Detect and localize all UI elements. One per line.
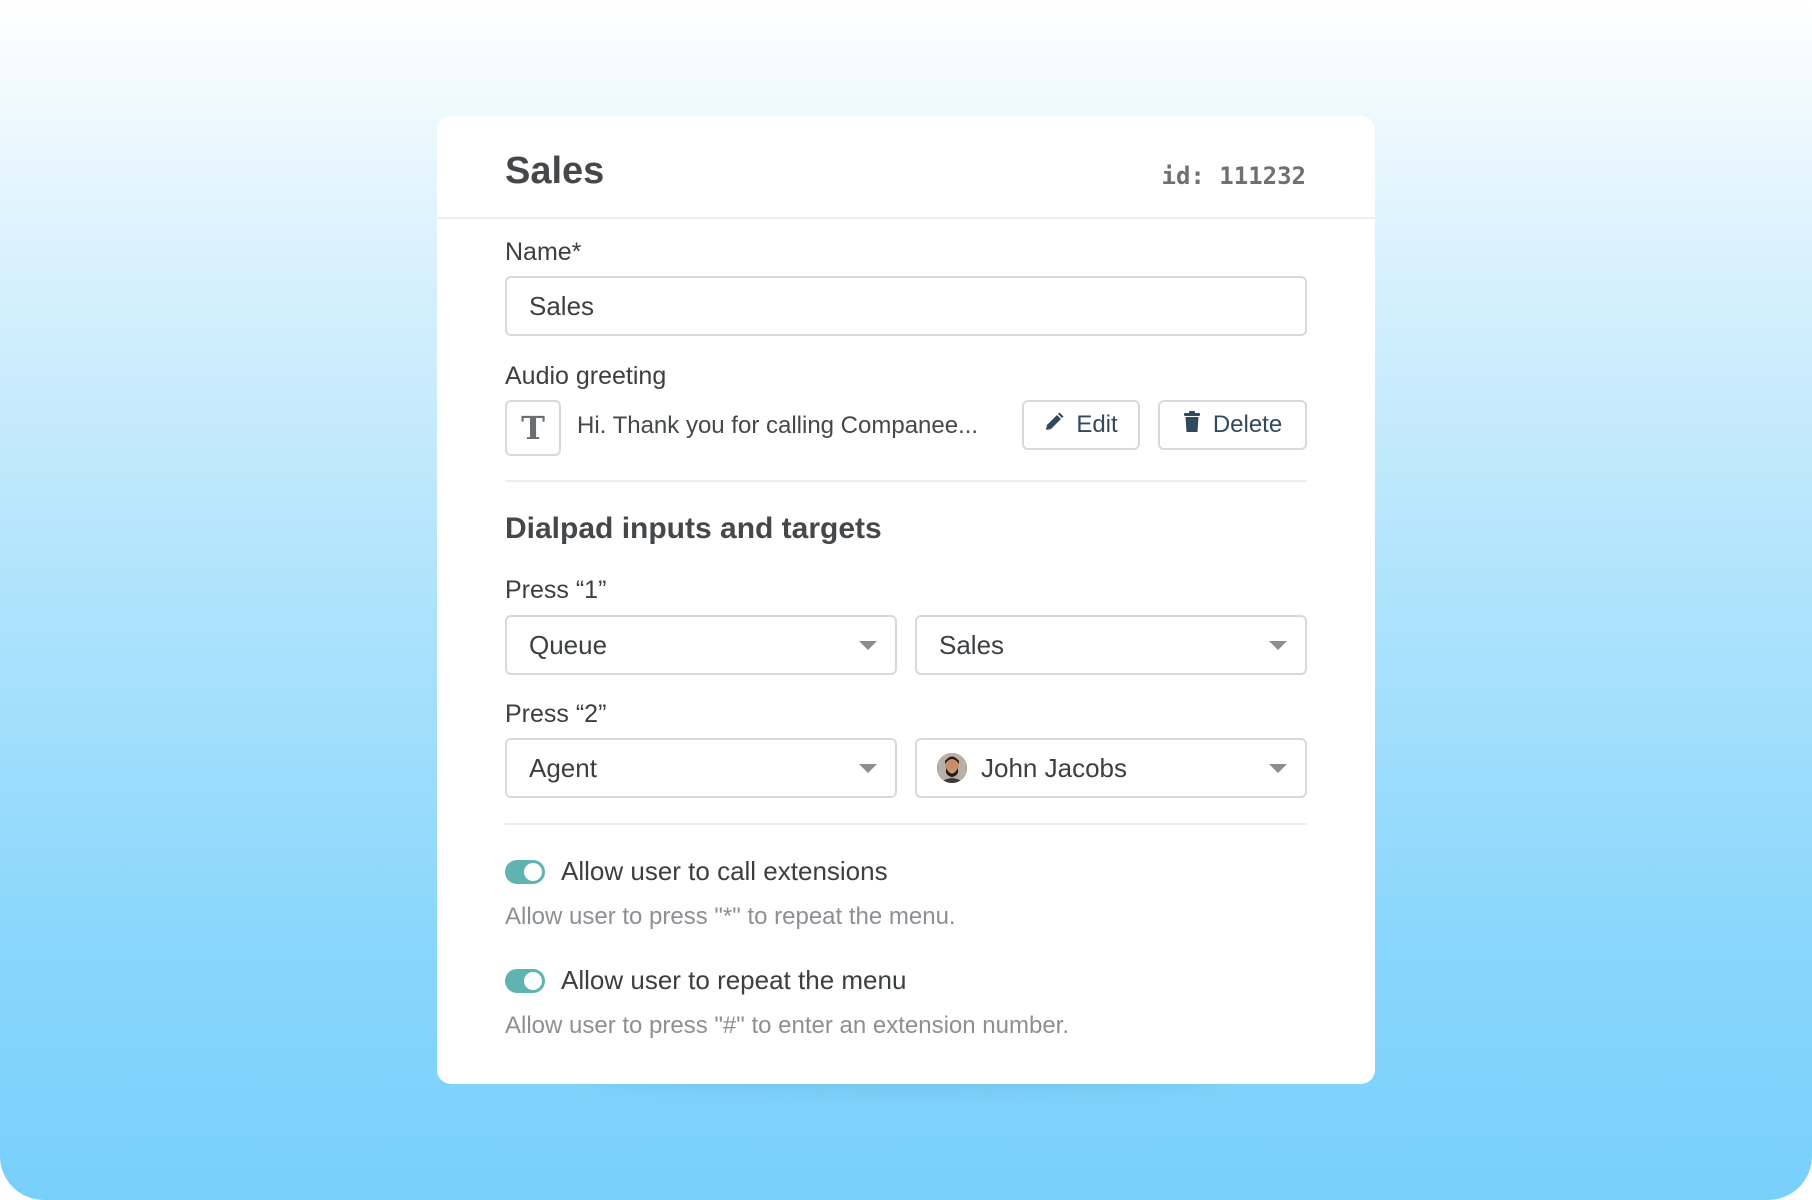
divider bbox=[505, 480, 1307, 482]
dialpad-section-title: Dialpad inputs and targets bbox=[505, 512, 882, 545]
press-1-target-value: Sales bbox=[939, 629, 1005, 660]
caret-down-icon bbox=[1269, 641, 1287, 650]
trash-icon bbox=[1183, 410, 1201, 440]
card-header: Sales id: 111232 bbox=[437, 116, 1375, 219]
press-2-target-select[interactable]: John Jacobs bbox=[915, 738, 1307, 798]
text-type-icon: T bbox=[505, 400, 561, 456]
delete-button-label: Delete bbox=[1212, 411, 1283, 438]
caret-down-icon bbox=[859, 641, 877, 650]
press-1-target-select[interactable]: Sales bbox=[915, 615, 1307, 675]
card-id: id: 111232 bbox=[1161, 162, 1307, 190]
caret-down-icon bbox=[1269, 764, 1287, 773]
press-2-label: Press “2” bbox=[505, 700, 607, 728]
press-1-type-value: Queue bbox=[529, 629, 608, 660]
divider bbox=[505, 823, 1307, 825]
call-extensions-label: Allow user to call extensions bbox=[561, 856, 888, 886]
press-2-target-value: John Jacobs bbox=[981, 752, 1127, 783]
repeat-menu-label: Allow user to repeat the menu bbox=[561, 965, 907, 995]
press-2-type-value: Agent bbox=[529, 752, 597, 783]
pencil-icon bbox=[1044, 411, 1064, 439]
caret-down-icon bbox=[859, 764, 877, 773]
toggle-knob bbox=[524, 972, 542, 990]
repeat-menu-toggle[interactable] bbox=[505, 969, 545, 993]
audio-greeting-label: Audio greeting bbox=[505, 362, 667, 390]
press-1-label: Press “1” bbox=[505, 576, 607, 604]
call-extensions-helper: Allow user to press "*" to repeat the me… bbox=[505, 903, 956, 930]
repeat-menu-helper: Allow user to press "#" to enter an exte… bbox=[505, 1012, 1070, 1039]
ivr-menu-card: Sales id: 111232 Name* Sales Audio greet… bbox=[437, 116, 1375, 1084]
edit-button-label: Edit bbox=[1076, 411, 1118, 438]
audio-greeting-text: Hi. Thank you for calling Companee... bbox=[577, 412, 979, 439]
toggle-knob bbox=[524, 863, 542, 881]
delete-greeting-button[interactable]: Delete bbox=[1158, 400, 1307, 450]
name-label: Name* bbox=[505, 238, 582, 266]
call-extensions-toggle[interactable] bbox=[505, 860, 545, 884]
avatar bbox=[937, 753, 967, 783]
press-2-type-select[interactable]: Agent bbox=[505, 738, 897, 798]
edit-greeting-button[interactable]: Edit bbox=[1022, 400, 1140, 450]
page-background: Sales id: 111232 Name* Sales Audio greet… bbox=[0, 0, 1812, 1200]
press-1-type-select[interactable]: Queue bbox=[505, 615, 897, 675]
card-title: Sales bbox=[505, 150, 605, 192]
name-input[interactable]: Sales bbox=[505, 276, 1307, 336]
